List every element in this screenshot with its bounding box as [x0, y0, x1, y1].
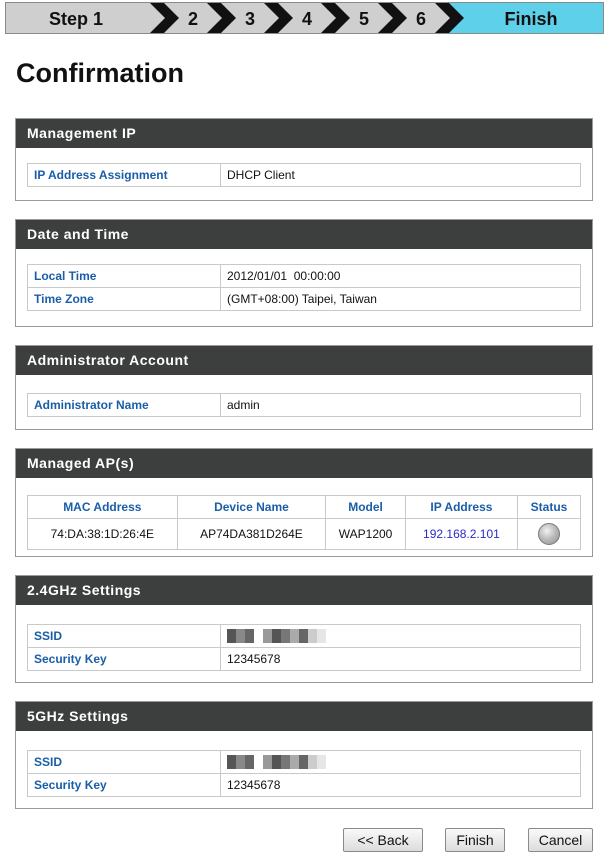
ap-device-name: AP74DA381D264E [176, 518, 327, 550]
time-zone-value: (GMT+08:00) Taipei, Taiwan [220, 287, 581, 311]
ip-assignment-label: IP Address Assignment [27, 163, 221, 187]
management-ip-heading: Management IP [16, 119, 592, 148]
ssid-24-value [220, 624, 581, 648]
ap-ip-address: 192.168.2.101 [404, 518, 519, 550]
step-3: 3 [244, 9, 255, 29]
page-title: Confirmation [16, 58, 184, 88]
step-finish: Finish [504, 9, 558, 29]
key-5-value: 12345678 [220, 773, 581, 797]
col-ip-address: IP Address [404, 495, 519, 519]
step-6: 6 [415, 9, 426, 29]
table-header-row: MAC Address Device Name Model IP Address… [27, 495, 581, 519]
table-row: SSID [27, 750, 581, 774]
finish-button[interactable]: Finish [445, 828, 505, 852]
table-row: 74:DA:38:1D:26:4E AP74DA381D264E WAP1200… [27, 518, 581, 550]
table-row: Local Time 2012/01/01 00:00:00 [27, 264, 581, 288]
col-mac-address: MAC Address [27, 495, 178, 519]
ip-assignment-value: DHCP Client [220, 163, 581, 187]
col-status: Status [517, 495, 581, 519]
ssid-24-label: SSID [27, 624, 221, 648]
ssid-5-value [220, 750, 581, 774]
step-2: 2 [187, 9, 198, 29]
managed-ap-table: MAC Address Device Name Model IP Address… [27, 495, 581, 550]
time-zone-label: Time Zone [27, 287, 221, 311]
step-4: 4 [301, 9, 312, 29]
admin-account-table: Administrator Name admin [27, 393, 581, 417]
wifi-5ghz-panel: 5GHz Settings SSID Security Key 12345678 [15, 701, 593, 809]
admin-account-heading: Administrator Account [16, 346, 592, 375]
key-24-value: 12345678 [220, 647, 581, 671]
ap-mac: 74:DA:38:1D:26:4E [27, 518, 178, 550]
wifi-24ghz-heading: 2.4GHz Settings [16, 576, 592, 605]
wifi-24ghz-table: SSID Security Key 12345678 [27, 624, 581, 671]
date-time-table: Local Time 2012/01/01 00:00:00 Time Zone… [27, 264, 581, 311]
wifi-5ghz-heading: 5GHz Settings [16, 702, 592, 731]
wifi-24ghz-panel: 2.4GHz Settings SSID Security Key 123456… [15, 575, 593, 683]
status-gray-orb-icon [538, 523, 560, 545]
pixelated-ssid-icon [227, 755, 326, 770]
admin-name-label: Administrator Name [27, 393, 221, 417]
admin-name-value: admin [220, 393, 581, 417]
table-row: IP Address Assignment DHCP Client [27, 163, 581, 187]
col-model: Model [325, 495, 406, 519]
pixelated-ssid-icon [227, 629, 326, 644]
date-time-panel: Date and Time Local Time 2012/01/01 00:0… [15, 219, 593, 327]
local-time-value: 2012/01/01 00:00:00 [220, 264, 581, 288]
table-row: Security Key 12345678 [27, 773, 581, 797]
managed-ap-heading: Managed AP(s) [16, 449, 592, 478]
key-24-label: Security Key [27, 647, 221, 671]
table-row: Time Zone (GMT+08:00) Taipei, Taiwan [27, 287, 581, 311]
ssid-5-label: SSID [27, 750, 221, 774]
management-ip-panel: Management IP IP Address Assignment DHCP… [15, 118, 593, 201]
cancel-button[interactable]: Cancel [528, 828, 593, 852]
local-time-label: Local Time [27, 264, 221, 288]
col-device-name: Device Name [176, 495, 327, 519]
table-row: Security Key 12345678 [27, 647, 581, 671]
managed-ap-panel: Managed AP(s) MAC Address Device Name Mo… [15, 448, 593, 557]
back-button[interactable]: << Back [343, 828, 423, 852]
ap-model: WAP1200 [325, 518, 406, 550]
key-5-label: Security Key [27, 773, 221, 797]
table-row: SSID [27, 624, 581, 648]
date-time-heading: Date and Time [16, 220, 592, 249]
table-row: Administrator Name admin [27, 393, 581, 417]
admin-account-panel: Administrator Account Administrator Name… [15, 345, 593, 430]
wifi-5ghz-table: SSID Security Key 12345678 [27, 750, 581, 797]
step-5: 5 [358, 9, 369, 29]
wizard-step-bar: Step 1 2 3 4 5 6 Finish [5, 2, 604, 34]
ap-status-cell [517, 518, 581, 550]
step-1: Step 1 [48, 9, 104, 29]
management-ip-table: IP Address Assignment DHCP Client [27, 163, 581, 187]
